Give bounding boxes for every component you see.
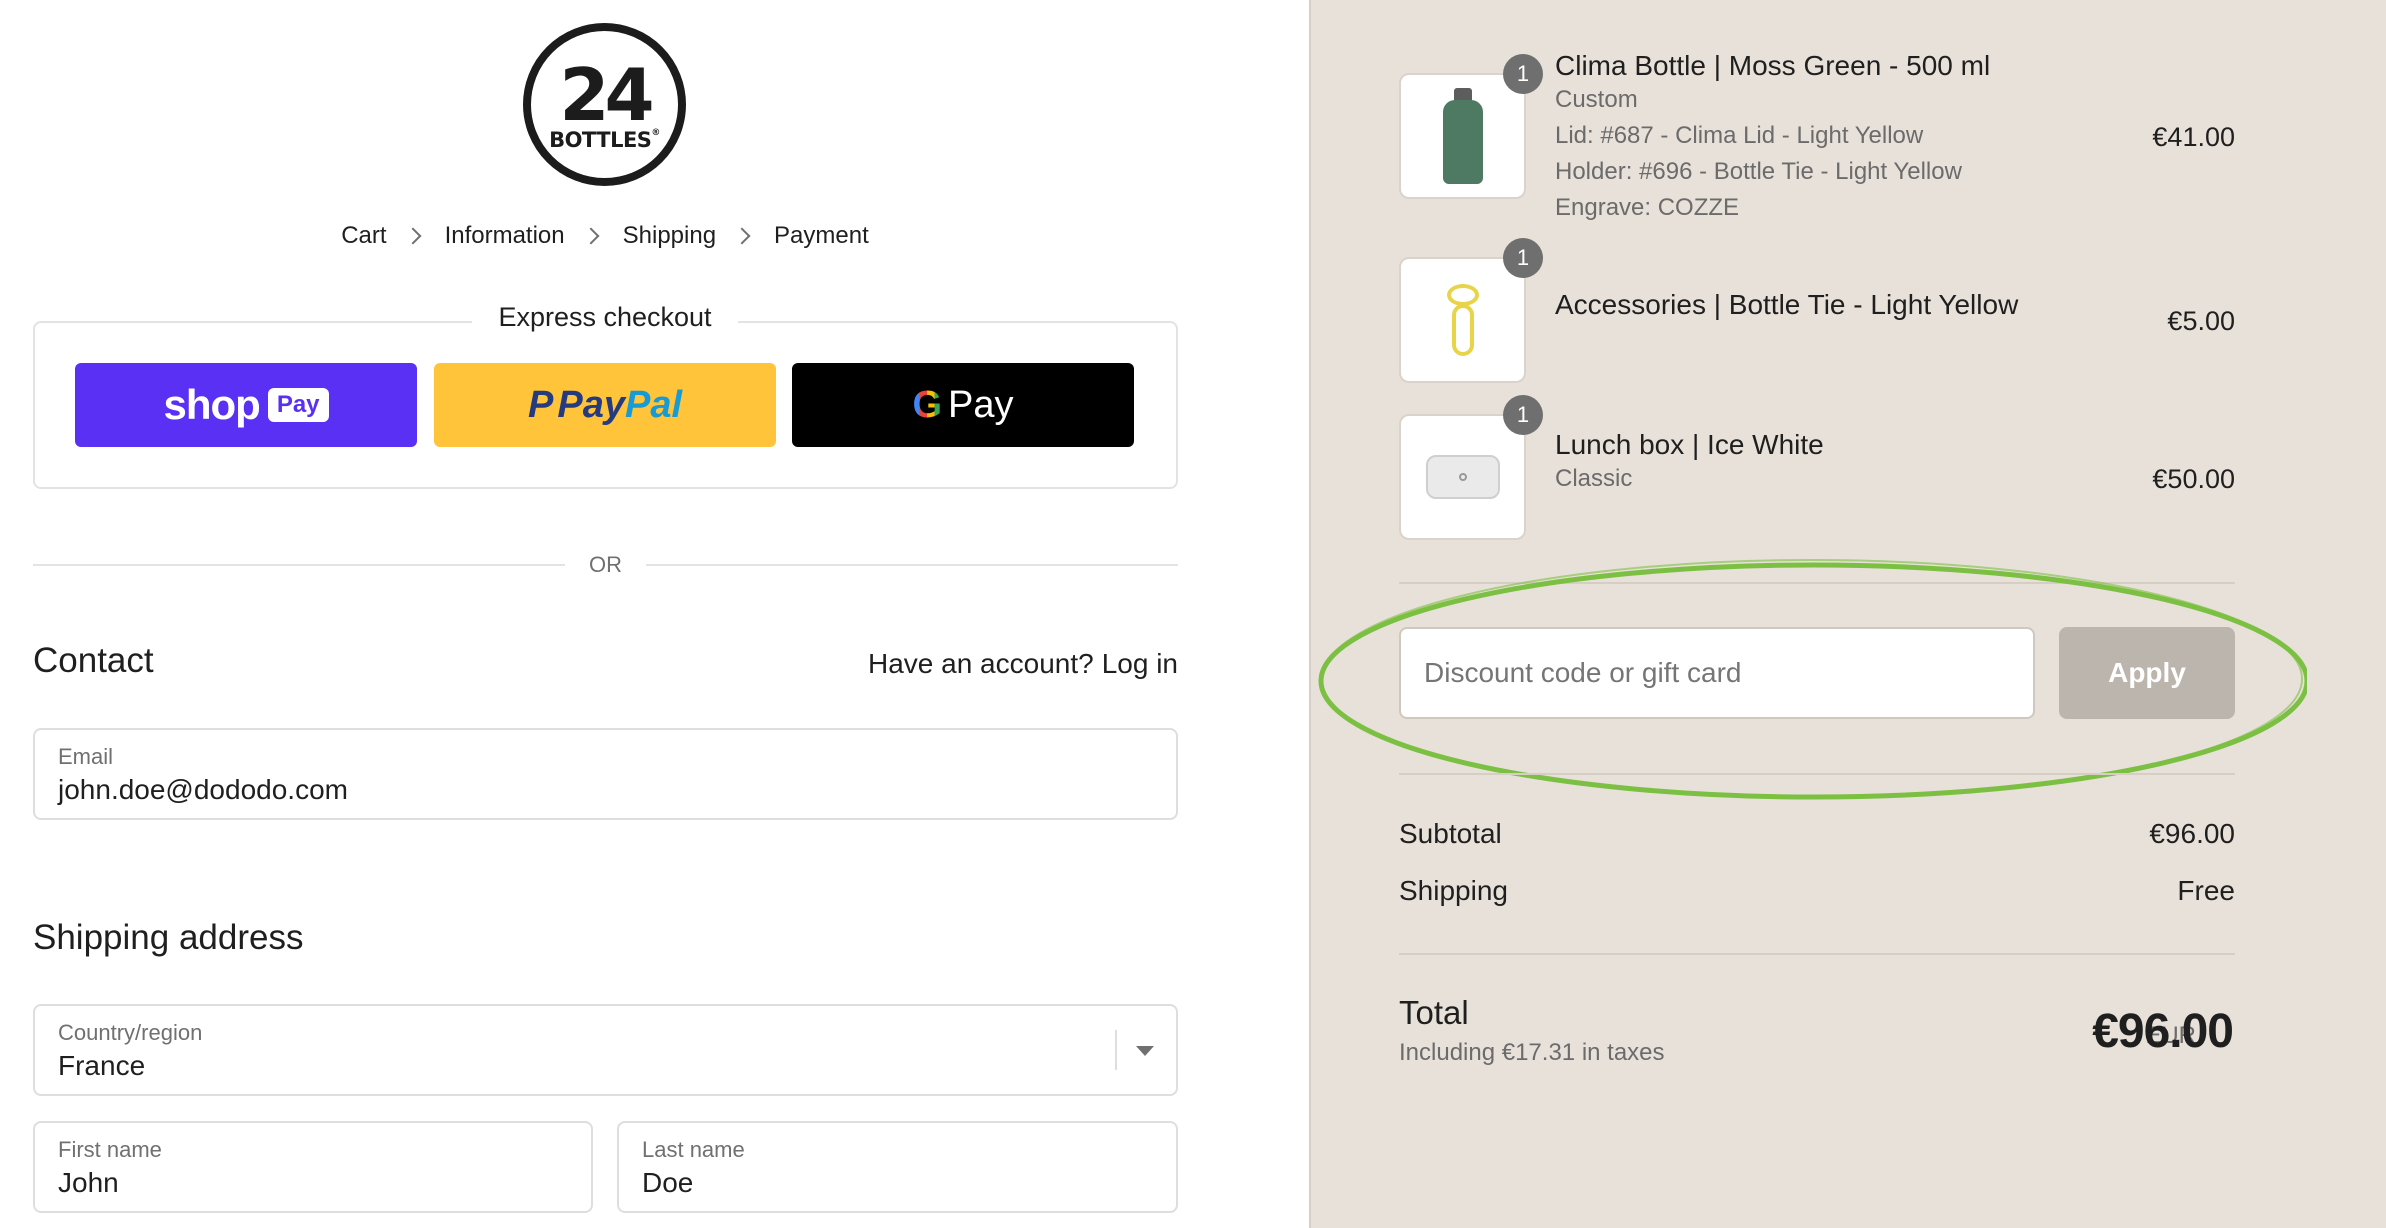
item-option: Classic	[1555, 465, 1633, 492]
country-label: Country/region	[58, 1020, 203, 1045]
chevron-down-icon	[1136, 1046, 1154, 1056]
select-divider	[1115, 1030, 1117, 1070]
breadcrumb: Cart Information Shipping Payment	[0, 222, 1210, 250]
google-g-icon: G	[912, 383, 943, 426]
first-name-label: First name	[58, 1137, 162, 1162]
subtotal-row: Subtotal €96.00	[1399, 818, 2235, 850]
item-price: €5.00	[2167, 306, 2235, 336]
checkout-main: 24 BOTTLES® Cart Information Shipping Pa…	[0, 0, 1309, 1228]
item-info: Accessories | Bottle Tie - Light Yellow	[1555, 289, 2018, 321]
item-name: Lunch box | Ice White	[1555, 429, 1824, 460]
item-name: Clima Bottle | Moss Green - 500 ml	[1555, 50, 1991, 81]
email-field[interactable]: Email john.doe@dododo.com	[33, 728, 1178, 820]
divider	[1399, 773, 2235, 775]
apply-discount-button[interactable]: Apply	[2059, 627, 2235, 719]
chevron-right-icon	[404, 227, 422, 245]
discount-code-input[interactable]	[1399, 627, 2035, 719]
tie-loop	[1446, 284, 1479, 306]
google-pay-label: Pay	[948, 383, 1014, 426]
login-link[interactable]: Log in	[1102, 648, 1178, 679]
breadcrumb-cart[interactable]: Cart	[341, 222, 386, 250]
bottle-graphic	[1442, 88, 1483, 184]
or-text: OR	[589, 552, 622, 577]
shipping-label: Shipping	[1399, 875, 1508, 906]
paypal-word-1: Pay	[557, 383, 625, 426]
lunch-box-image	[1399, 414, 1526, 540]
or-divider: OR	[33, 552, 1178, 578]
divider	[1399, 953, 2235, 955]
shop-pay-logo-text: shop	[163, 381, 260, 428]
last-name-value: Doe	[642, 1167, 694, 1198]
chevron-right-icon	[733, 227, 751, 245]
paypal-button[interactable]: P Pay Pal	[434, 363, 776, 447]
last-name-label: Last name	[642, 1137, 745, 1162]
email-value: john.doe@dododo.com	[58, 774, 348, 805]
account-prompt: Have an account? Log in	[868, 648, 1178, 680]
lunch-box-graphic	[1425, 455, 1500, 499]
breadcrumb-information: Information	[444, 222, 565, 249]
shop-pay-badge: Pay	[267, 388, 329, 422]
quantity-badge: 1	[1503, 395, 1543, 435]
account-prompt-text: Have an account?	[867, 648, 1094, 679]
divider	[1399, 582, 2235, 584]
first-name-value: John	[58, 1167, 119, 1198]
bottle-body	[1442, 100, 1483, 184]
chevron-right-icon	[582, 227, 600, 245]
divider-line	[646, 564, 1178, 566]
item-price: €41.00	[2152, 122, 2235, 152]
total-value: €96.00	[2092, 1005, 2234, 1058]
item-info: Lunch box | Ice White Classic	[1555, 429, 1824, 493]
logo-word: BOTTLES®	[549, 127, 660, 152]
paypal-icon: P	[527, 383, 554, 426]
contact-heading: Contact	[33, 641, 154, 680]
item-option: Custom	[1555, 86, 1638, 113]
country-select[interactable]: Country/region France	[33, 1004, 1178, 1096]
subtotal-value: €96.00	[2149, 818, 2235, 849]
shipping-address-heading: Shipping address	[33, 918, 304, 957]
order-summary: 1 Clima Bottle | Moss Green - 500 ml Cus…	[1309, 0, 2386, 1228]
bottle-image	[1399, 73, 1526, 199]
paypal-word-2: Pal	[624, 383, 683, 426]
breadcrumb-payment: Payment	[774, 222, 869, 249]
item-name: Accessories | Bottle Tie - Light Yellow	[1555, 289, 2019, 320]
subtotal-label: Subtotal	[1399, 818, 1502, 849]
bottle-tie-graphic	[1443, 284, 1483, 356]
divider-line	[33, 564, 565, 566]
item-price: €50.00	[2152, 464, 2235, 494]
express-checkout-title: Express checkout	[0, 302, 1210, 333]
quantity-badge: 1	[1503, 54, 1543, 94]
shipping-value: Free	[2177, 875, 2235, 906]
bottle-tie-image	[1399, 257, 1526, 383]
tax-note: Including €17.31 in taxes	[1399, 1039, 1665, 1066]
google-pay-button[interactable]: G Pay	[792, 363, 1134, 447]
first-name-field[interactable]: First name John	[33, 1121, 593, 1213]
shop-pay-button[interactable]: shop Pay	[75, 363, 417, 447]
logo-number: 24	[559, 52, 654, 137]
shipping-row: Shipping Free	[1399, 875, 2235, 907]
brand-logo[interactable]: 24 BOTTLES®	[523, 23, 686, 186]
item-option: Holder: #696 - Bottle Tie - Light Yellow	[1555, 158, 1962, 185]
item-option: Lid: #687 - Clima Lid - Light Yellow	[1555, 122, 1924, 149]
email-label: Email	[58, 744, 114, 769]
tie-band	[1451, 304, 1474, 356]
quantity-badge: 1	[1503, 238, 1543, 278]
breadcrumb-shipping: Shipping	[622, 222, 717, 249]
total-label: Total	[1399, 994, 1469, 1031]
item-option: Engrave: COZZE	[1555, 194, 1740, 221]
item-info: Clima Bottle | Moss Green - 500 ml Custo…	[1555, 50, 1990, 222]
country-value: France	[58, 1050, 146, 1081]
last-name-field[interactable]: Last name Doe	[617, 1121, 1178, 1213]
lunch-box-dot	[1458, 473, 1467, 481]
